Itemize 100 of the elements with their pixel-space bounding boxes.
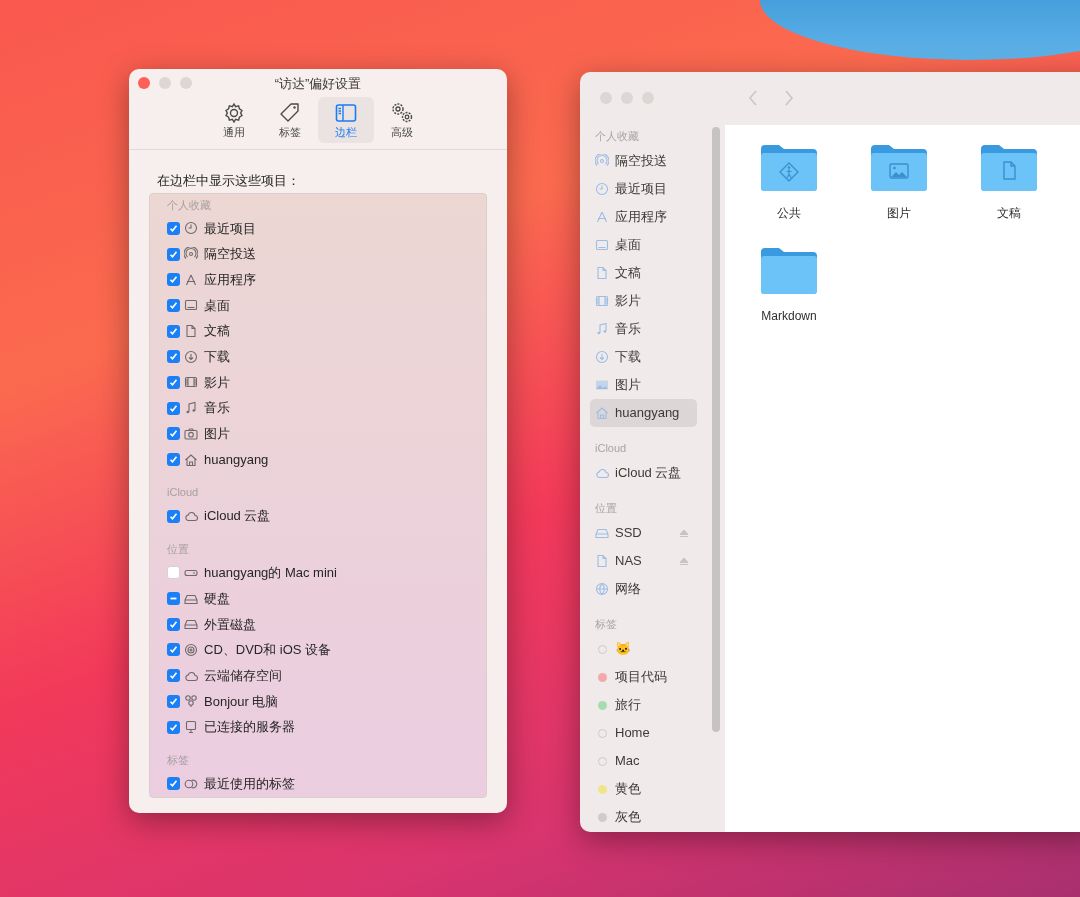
sidebar-item[interactable]: 文稿 (590, 259, 697, 287)
group-header: 位置 (167, 542, 190, 558)
music-note-icon (184, 401, 198, 416)
checkbox[interactable] (167, 720, 180, 734)
document-icon (595, 554, 609, 568)
sidebar-item[interactable]: 影片 (590, 287, 697, 315)
checkbox[interactable] (167, 643, 180, 657)
walking-person-emblem-icon (779, 162, 799, 182)
checkbox[interactable] (167, 401, 180, 415)
item-label: 文稿 (204, 322, 230, 341)
cloud-icon (595, 466, 609, 480)
group-header: 个人收藏 (167, 197, 212, 213)
checkmark-icon (169, 429, 178, 439)
sidebar-item[interactable]: 网络 (590, 575, 697, 603)
checkbox[interactable] (167, 617, 180, 631)
close-button[interactable] (138, 77, 150, 89)
sidebar-item[interactable]: iCloud 云盘 (590, 459, 697, 487)
file-name: 图片 (887, 205, 911, 222)
checkbox[interactable] (167, 427, 180, 441)
tab[interactable]: 高级 (374, 97, 430, 143)
sidebar-item[interactable]: SSD (590, 519, 697, 547)
checkmark-icon (169, 645, 178, 655)
checkbox[interactable] (167, 592, 180, 606)
disc-icon (184, 642, 198, 657)
clock-icon (595, 182, 609, 196)
sidebar-item[interactable]: Mac (590, 747, 697, 775)
item-label: 最近项目 (204, 219, 256, 238)
sidebar-item[interactable]: 旅行 (590, 691, 697, 719)
checkmark-icon (169, 779, 178, 789)
concentric-rings-icon (595, 154, 609, 168)
checkbox[interactable] (167, 509, 180, 523)
file-name: Markdown (761, 308, 817, 325)
checkbox[interactable] (167, 453, 180, 467)
group-header: iCloud (167, 485, 200, 501)
sidebar-header: 标签 (594, 617, 618, 632)
sidebar-item[interactable]: 下载 (590, 343, 697, 371)
sidebar-item[interactable]: 应用程序 (590, 203, 697, 231)
tab[interactable]: 通用 (206, 97, 262, 143)
checkmark-icon (169, 696, 178, 706)
checkbox[interactable] (167, 350, 180, 364)
sidebar-header: iCloud (594, 441, 628, 456)
house-icon (184, 452, 198, 467)
checkmark-icon (169, 403, 178, 413)
film-icon (184, 375, 198, 390)
checkbox[interactable] (167, 221, 180, 235)
sidebar-item[interactable]: 图片 (590, 371, 697, 399)
folder-icon[interactable] (759, 246, 819, 296)
folder-icon[interactable] (869, 143, 929, 193)
sidebar-item[interactable]: 最近项目 (590, 175, 697, 203)
download-icon (595, 350, 609, 364)
sidebar-item[interactable]: 黄色 (590, 775, 697, 803)
checkmark-icon (169, 455, 178, 465)
item-label: huangyang (204, 450, 269, 469)
music-note-icon (595, 322, 609, 336)
checkbox[interactable] (167, 777, 180, 791)
sidebar-item[interactable]: huangyang (590, 399, 697, 427)
tab[interactable]: 标签 (262, 97, 318, 143)
window-title: “访达”偏好设置 (274, 74, 362, 93)
item-label: iCloud 云盘 (204, 507, 271, 526)
sidebar-item[interactable]: NAS (590, 547, 697, 575)
checkmark-icon (169, 511, 178, 521)
network-nodes-icon (184, 694, 198, 709)
checkbox[interactable] (167, 694, 180, 708)
item-label: 最近使用的标签 (204, 774, 295, 793)
checkbox[interactable] (167, 324, 180, 338)
clock-icon (184, 221, 198, 236)
sidebar-item[interactable]: Home (590, 719, 697, 747)
scrollbar[interactable] (712, 127, 720, 732)
sidebar-header: 位置 (594, 501, 618, 516)
a-shape-icon (595, 210, 609, 224)
folder-icon[interactable] (759, 143, 819, 193)
sidebar-item[interactable]: 桌面 (590, 231, 697, 259)
checkmark-icon (169, 671, 178, 681)
display-icon (595, 238, 609, 252)
checkbox[interactable] (167, 247, 180, 261)
item-label: 外置磁盘 (204, 615, 256, 634)
checkbox[interactable] (167, 566, 180, 580)
checkbox[interactable] (167, 273, 180, 287)
concentric-rings-icon (184, 247, 198, 262)
sidebar-item[interactable]: 灰色 (590, 803, 697, 831)
file-name: 文稿 (997, 205, 1021, 222)
document-icon (595, 266, 609, 280)
item-label: CD、DVD和 iOS 设备 (204, 641, 332, 660)
item-label: 音乐 (204, 399, 230, 418)
item-label: huangyang的 Mac mini (204, 564, 337, 583)
item-label: 隔空投送 (204, 245, 256, 264)
sidebar-item[interactable]: 项目代码 (590, 663, 697, 691)
sidebar-item[interactable]: 隔空投送 (590, 147, 697, 175)
item-label: 图片 (204, 425, 230, 444)
folder-icon[interactable] (979, 143, 1039, 193)
checkbox[interactable] (167, 298, 180, 312)
sidebar-item[interactable]: 音乐 (590, 315, 697, 343)
checkmark-icon (169, 326, 178, 336)
file-name: 公共 (777, 205, 801, 222)
item-label: 影片 (204, 373, 230, 392)
checkbox[interactable] (167, 375, 180, 389)
item-label: 云端储存空间 (204, 666, 282, 685)
monitor-icon (184, 720, 198, 735)
checkbox[interactable] (167, 669, 180, 683)
picture-icon (595, 378, 609, 392)
